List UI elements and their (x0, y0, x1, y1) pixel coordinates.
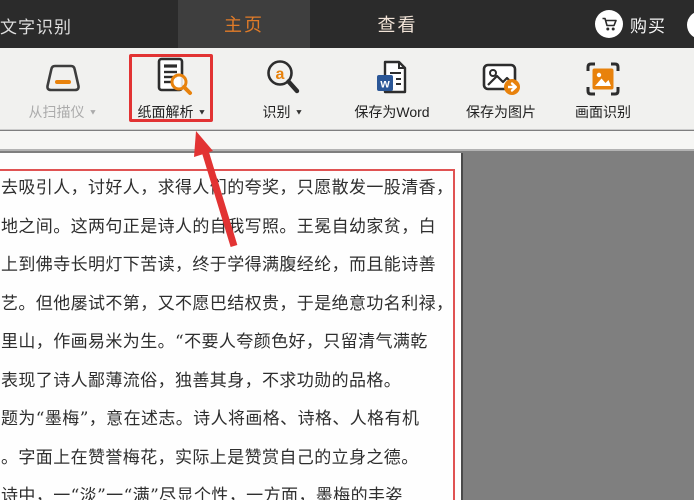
tab-view-label: 查看 (378, 11, 418, 37)
save-word-icon: w (372, 52, 412, 98)
save-as-image-label: 保存为图片 (466, 102, 536, 122)
document-page[interactable]: 去吸引人，讨好人，求得人们的夸奖，只愿散发一股清香， 地之间。这两句正是诗人的自… (0, 153, 461, 500)
page-edge-shadow (461, 153, 463, 500)
document-detected-region-border (0, 169, 455, 500)
app-window: 文字识别 主页 查看 购买 (0, 0, 694, 500)
account-icon[interactable] (687, 11, 694, 39)
save-as-word-button[interactable]: w 保存为Word (340, 52, 444, 126)
toolbar: 从扫描仪 ▼ 纸面解析 ▼ (0, 48, 694, 130)
title-bar: 文字识别 主页 查看 购买 (0, 0, 694, 48)
recognize-letter: a (276, 66, 285, 83)
content-area: 去吸引人，讨好人，求得人们的夸奖，只愿散发一股清香， 地之间。这两句正是诗人的自… (0, 153, 694, 500)
buy-button[interactable]: 购买 (595, 0, 666, 48)
app-title: 文字识别 (0, 13, 72, 38)
save-as-word-label: 保存为Word (354, 102, 429, 122)
recognize-button[interactable]: a 识别 ▼ (243, 52, 323, 126)
screen-recognize-icon (584, 52, 622, 98)
from-scanner-label: 从扫描仪 (29, 102, 85, 122)
tab-view[interactable]: 查看 (330, 0, 465, 48)
tab-home-label: 主页 (224, 11, 264, 37)
save-as-image-button[interactable]: 保存为图片 (450, 52, 552, 126)
screen-recognize-button[interactable]: 画面识别 (558, 52, 648, 126)
buy-label: 购买 (630, 12, 666, 37)
recognize-magnifier-icon: a (263, 52, 303, 98)
scanner-icon (40, 52, 86, 98)
chevron-down-icon: ▼ (89, 108, 98, 117)
save-image-icon (479, 52, 523, 98)
chevron-down-icon: ▼ (295, 108, 304, 117)
from-scanner-button[interactable]: 从扫描仪 ▼ (22, 52, 104, 126)
toolbar-substrip (0, 131, 694, 151)
shopping-cart-icon (595, 10, 623, 38)
word-letter: w (379, 77, 390, 91)
annotation-highlight-box (129, 54, 213, 122)
recognize-label: 识别 (263, 102, 291, 122)
screen-recognize-label: 画面识别 (575, 102, 631, 122)
tab-home[interactable]: 主页 (178, 0, 310, 48)
